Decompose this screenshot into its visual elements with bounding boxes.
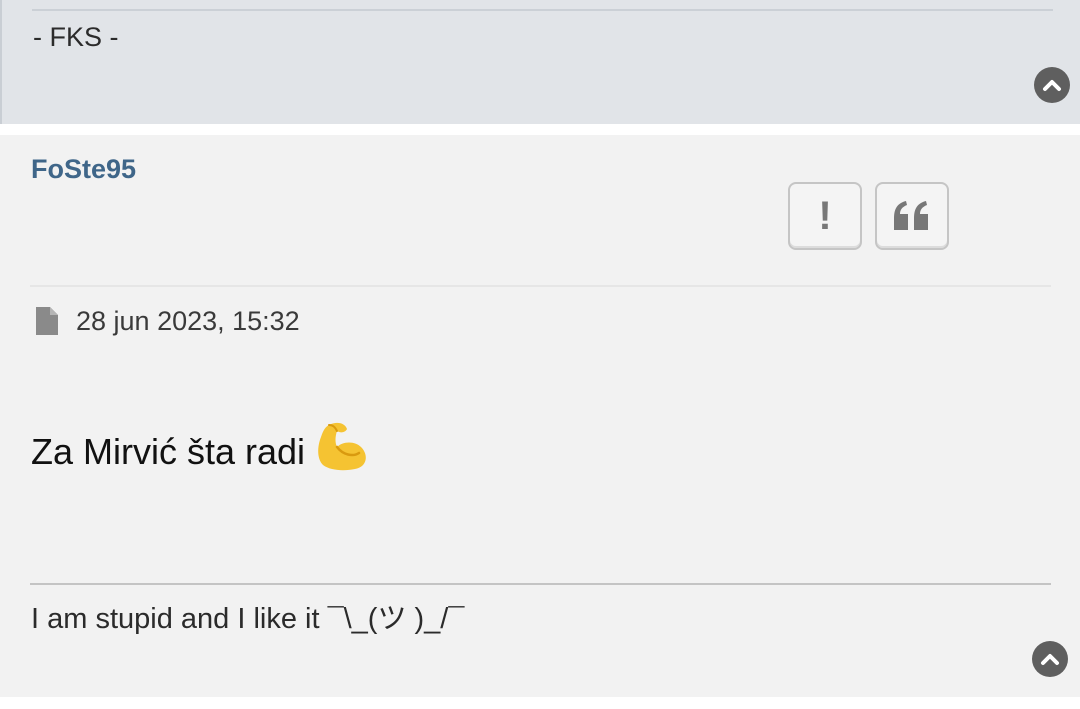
- post-signature: I am stupid and I like it ¯\_(ツ )_/¯: [31, 603, 465, 635]
- post-content: Za Mirvić šta radi: [31, 421, 371, 482]
- back-to-top-button[interactable]: [1032, 641, 1068, 677]
- quote-icon: [894, 201, 928, 230]
- signature-divider: [30, 583, 1051, 585]
- back-to-top-button[interactable]: [1034, 67, 1070, 103]
- post-content-text: Za Mirvić šta radi: [31, 430, 306, 472]
- previous-post-signature: - FKS -: [33, 22, 119, 52]
- chevron-up-circle-icon: [1043, 80, 1061, 91]
- report-button[interactable]: !: [788, 182, 862, 250]
- signature-divider: [32, 9, 1053, 11]
- chevron-up-circle-icon: [1041, 654, 1059, 665]
- post-author[interactable]: FoSte95: [31, 154, 136, 185]
- post-header-divider: [30, 285, 1051, 287]
- quote-button[interactable]: [875, 182, 949, 250]
- file-icon: [36, 307, 58, 335]
- previous-post: - FKS -: [0, 0, 1080, 124]
- exclamation-icon: !: [818, 194, 832, 238]
- flexed-biceps-icon: [315, 421, 371, 482]
- post-date: 28 jun 2023, 15:32: [76, 305, 300, 336]
- post-date-row: 28 jun 2023, 15:32: [34, 305, 300, 337]
- forum-post: FoSte95 ! 28 jun 2023, 15:32 Za Mirvić š…: [0, 135, 1080, 697]
